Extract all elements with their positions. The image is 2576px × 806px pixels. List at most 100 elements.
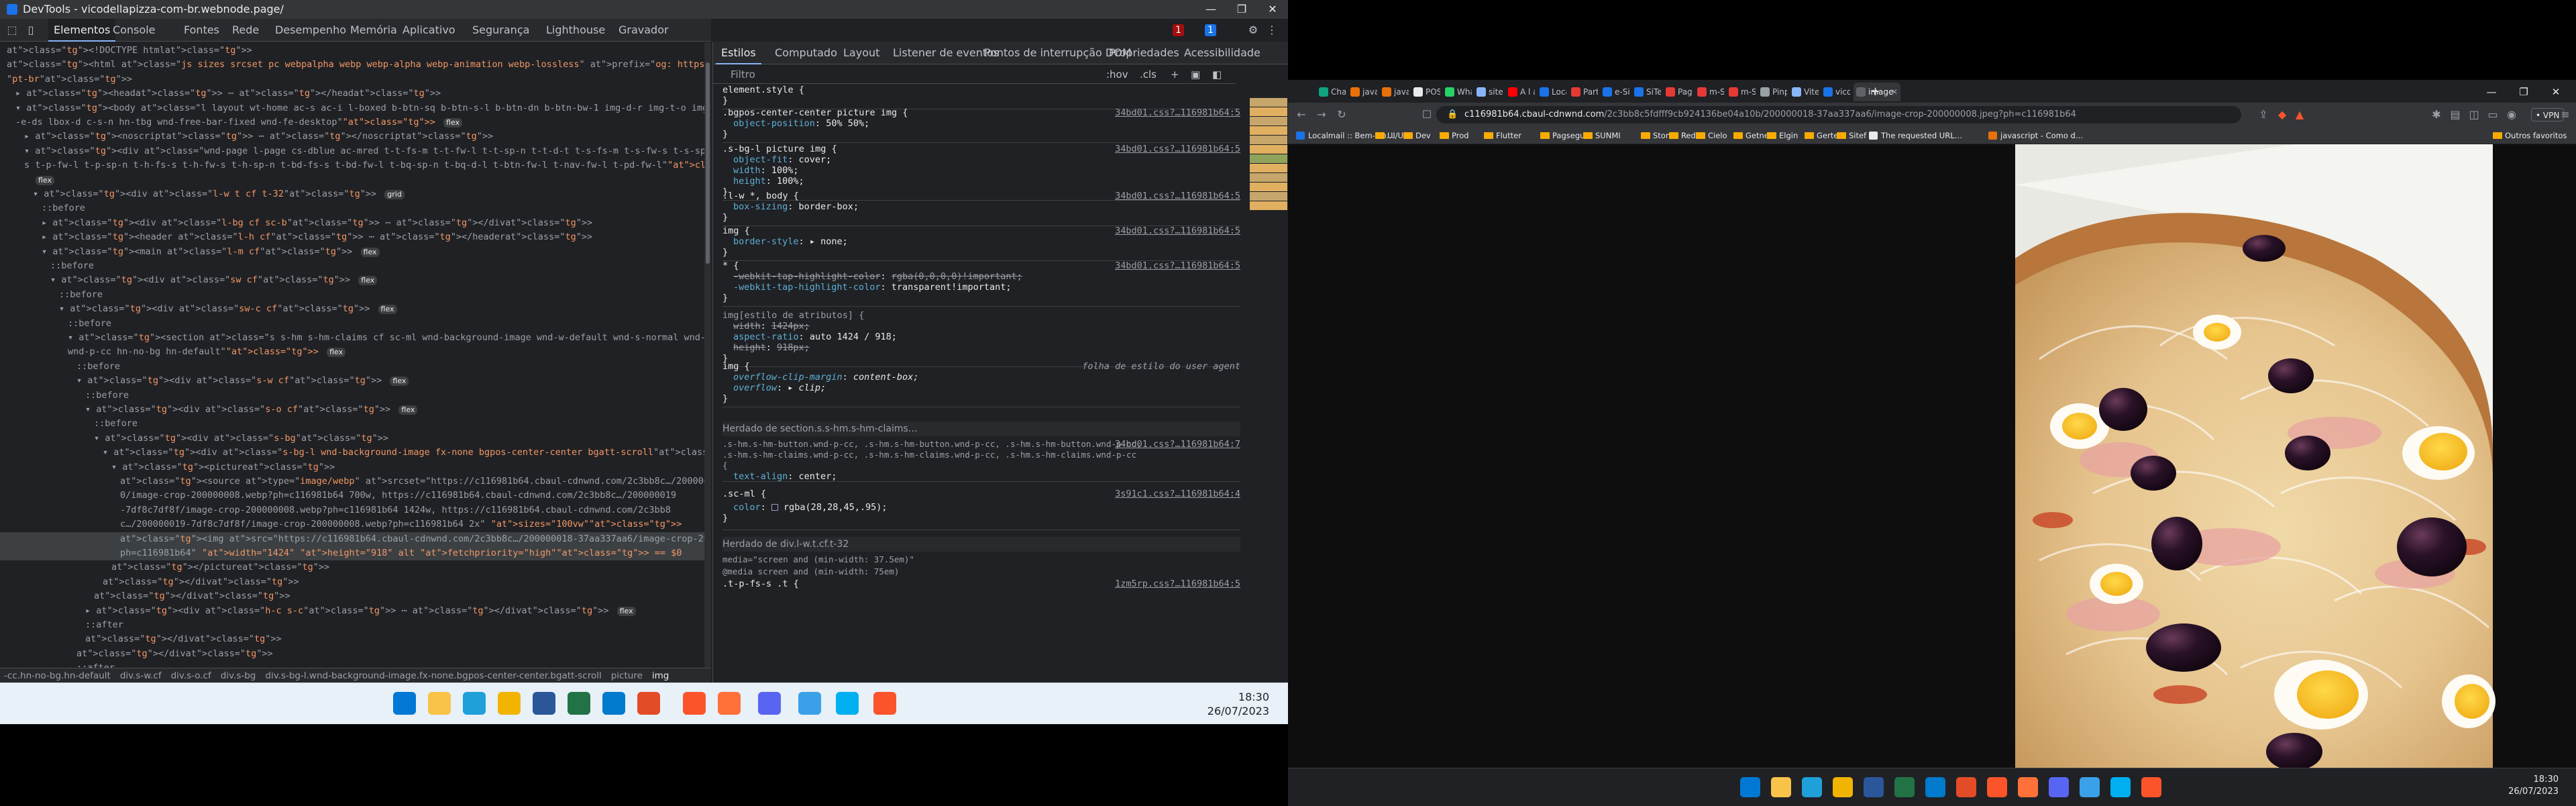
prop-value[interactable]: rgba(28,28,45,.95);: [784, 502, 887, 513]
share-icon[interactable]: ⇪: [2255, 107, 2271, 123]
error-badge[interactable]: 1: [1173, 24, 1184, 36]
bookmark-item[interactable]: Getnet: [1733, 130, 1772, 142]
prop-name[interactable]: aspect-ratio: [733, 332, 799, 342]
dom-node[interactable]: ▾ at">class="tg"><section at">class="s s…: [0, 331, 704, 345]
dom-node[interactable]: at">class="tg"></pictureat">class="tg">>: [0, 560, 704, 574]
style-declaration[interactable]: overflow: ▸ clip;: [722, 383, 1240, 393]
vscode-icon[interactable]: [602, 692, 625, 715]
browser-tab[interactable]: Vite + Re…: [1789, 83, 1819, 101]
vscode-icon[interactable]: [1925, 777, 1945, 797]
style-declaration[interactable]: width: 1424px;: [722, 321, 1240, 332]
dom-node[interactable]: ▸ at">class="tg"><div at">class="h-c s-c…: [0, 604, 704, 618]
cls-toggle[interactable]: .cls: [1140, 65, 1157, 84]
rule-source-link[interactable]: 1zm5rp.css?…116981b64:5: [1115, 578, 1240, 589]
prop-name[interactable]: object-fit: [733, 154, 788, 165]
tab-console[interactable]: Console: [107, 19, 161, 42]
style-declaration[interactable]: -webkit-tap-highlight-color: rgba(0,0,0,…: [722, 271, 1240, 282]
browser-tab[interactable]: site# - Pe…: [1474, 83, 1503, 101]
tab-rede[interactable]: Rede: [227, 19, 264, 42]
style-rule[interactable]: * {34bd01.css?…116981b64:5 -webkit-tap-hi…: [722, 260, 1240, 307]
sidebar-toggle-icon[interactable]: ◧: [1212, 65, 1222, 84]
hov-toggle[interactable]: :hov: [1106, 65, 1128, 84]
rule-source-link[interactable]: 34bd01.css?…116981b64:5: [1115, 144, 1240, 154]
computed-toggle-icon[interactable]: ▣: [1191, 65, 1200, 84]
firefox-icon[interactable]: [2018, 777, 2038, 797]
style-rule[interactable]: .l-w *, body {34bd01.css?…116981b64:5 box…: [722, 191, 1240, 226]
rule-source-link[interactable]: 34bd01.css?…116981b64:5: [1115, 107, 1240, 118]
edge-icon[interactable]: [463, 692, 486, 715]
brave-shields-icon[interactable]: ◆: [2274, 107, 2290, 123]
browser-tab[interactable]: Localmail…: [1537, 83, 1566, 101]
dom-node[interactable]: wnd-p-cc hn-no-bg hn-default""at">class=…: [0, 345, 704, 359]
minimize-icon[interactable]: —: [2478, 83, 2505, 101]
prop-name[interactable]: overflow-clip-margin: [733, 372, 843, 383]
menu-icon[interactable]: ≡: [2557, 107, 2573, 123]
prop-value[interactable]: 50% 50%;: [826, 118, 869, 129]
prop-name[interactable]: color: [733, 502, 761, 513]
dom-node[interactable]: ▸ at">class="tg"><header at">class="l-h …: [0, 230, 704, 244]
dom-node[interactable]: ph=c116981b64" "at">width="1424" "at">he…: [0, 546, 704, 560]
tab-fontes[interactable]: Fontes: [178, 19, 225, 42]
style-declaration[interactable]: overflow-clip-margin: content-box;: [722, 372, 1240, 383]
rule-source-link[interactable]: 34bd01.css?…116981b64:7: [1115, 439, 1240, 450]
dom-node[interactable]: 0/image-crop-200000008.webp?ph=c116981b6…: [0, 489, 704, 503]
styles-tab[interactable]: Propriedades: [1104, 42, 1185, 64]
dom-node[interactable]: ::after: [0, 618, 704, 632]
tab-gravador[interactable]: Gravador: [613, 19, 674, 42]
rule-source-link[interactable]: 3s91c1.css?…116981b64:4: [1115, 489, 1240, 499]
bookmarks-menu-icon[interactable]: ▤: [2447, 107, 2463, 123]
dom-node[interactable]: at">class="tg"><!DOCTYPE htmlat">class="…: [0, 44, 704, 58]
breadcrumb-item[interactable]: div.s-bg: [221, 670, 256, 681]
prop-value[interactable]: content-box;: [853, 372, 919, 383]
prop-name[interactable]: width: [733, 321, 761, 332]
back-icon[interactable]: ←: [1293, 107, 1309, 123]
dom-node[interactable]: ▾ at">class="tg"><div at">class="s-w cf"…: [0, 374, 704, 388]
dom-node[interactable]: ::before: [0, 417, 704, 431]
new-tab-button[interactable]: +: [1870, 83, 1880, 101]
style-rule[interactable]: element.style {}: [722, 85, 1240, 109]
tab-segurança[interactable]: Segurança: [467, 19, 535, 42]
dom-node[interactable]: ▾ at">class="tg"><div at">class="s-bg-l …: [0, 446, 704, 460]
close-icon[interactable]: ✕: [2542, 83, 2569, 101]
color-swatch[interactable]: [771, 504, 778, 511]
bookmark-item[interactable]: javascript - Como d…: [1988, 130, 2083, 142]
bookmark-item[interactable]: SUNMI: [1583, 130, 1621, 142]
browser-tab[interactable]: m-SiTef |: [1695, 83, 1724, 101]
style-rule[interactable]: .s-hm.s-hm-button.wnd-p-cc, .s-hm.s-hm-b…: [722, 439, 1240, 482]
browser-tab[interactable]: Partner H…: [1568, 83, 1598, 101]
prop-value[interactable]: ▸ clip;: [788, 383, 826, 393]
styles-tab[interactable]: Acessibilidade: [1179, 42, 1266, 64]
wallet-icon[interactable]: ▭: [2485, 107, 2501, 123]
browser-tab[interactable]: Pagamen…: [1663, 83, 1693, 101]
breadcrumb-item[interactable]: div.s-w.cf: [120, 670, 162, 681]
dom-node[interactable]: -e-ds lbox-d c-s-n hn-tbg wnd-free-bar-f…: [0, 115, 704, 130]
styles-filter[interactable]: Filtro :hov .cls + ▣ ◧: [713, 65, 1236, 84]
chrome-icon[interactable]: [1833, 777, 1853, 797]
browser-tab[interactable]: A l a n W…: [1505, 83, 1535, 101]
prop-name[interactable]: border-style: [733, 236, 799, 247]
bookmark-icon[interactable]: ☐: [1419, 107, 1435, 123]
rule-source-link[interactable]: 34bd01.css?…116981b64:5: [1115, 225, 1240, 236]
windows-start-icon[interactable]: [393, 692, 416, 715]
browser-tab[interactable]: WhatsApp: [1442, 83, 1472, 101]
bookmark-item[interactable]: The requested URL…: [1869, 130, 1962, 142]
tab-close-icon[interactable]: ✕: [1891, 83, 1898, 101]
browser-tab[interactable]: javascript…: [1379, 83, 1409, 101]
browser-tab[interactable]: ChatGPT: [1316, 83, 1346, 101]
tab-elementos[interactable]: Elementos: [48, 19, 116, 42]
breadcrumb-item[interactable]: div.s-o.cf: [171, 670, 211, 681]
bookmark-other[interactable]: Outros favoritos: [2493, 130, 2567, 142]
profile-icon[interactable]: ◉: [2504, 107, 2520, 123]
dom-node[interactable]: ▾ at">class="tg"><div at">class="l-w t c…: [0, 187, 704, 201]
prop-name[interactable]: height: [733, 342, 766, 353]
dom-node[interactable]: ▾ at">class="tg"><main at">class="l-m cf…: [0, 245, 704, 259]
style-rule[interactable]: img[estilo de atributos] {width: 1424px;…: [722, 310, 1240, 367]
rule-source-link[interactable]: folha de estilo do user agent: [1082, 361, 1240, 372]
dom-node[interactable]: at">class="tg"></divat">class="tg">>: [0, 632, 704, 646]
maximize-icon[interactable]: ❐: [1226, 0, 1257, 19]
forward-icon[interactable]: →: [1313, 107, 1330, 123]
firefox-icon[interactable]: [718, 692, 741, 715]
brave-icon[interactable]: [683, 692, 706, 715]
dom-node[interactable]: "pt-br"at">class="tg">>: [0, 72, 704, 87]
dom-node[interactable]: ::before: [0, 360, 704, 374]
